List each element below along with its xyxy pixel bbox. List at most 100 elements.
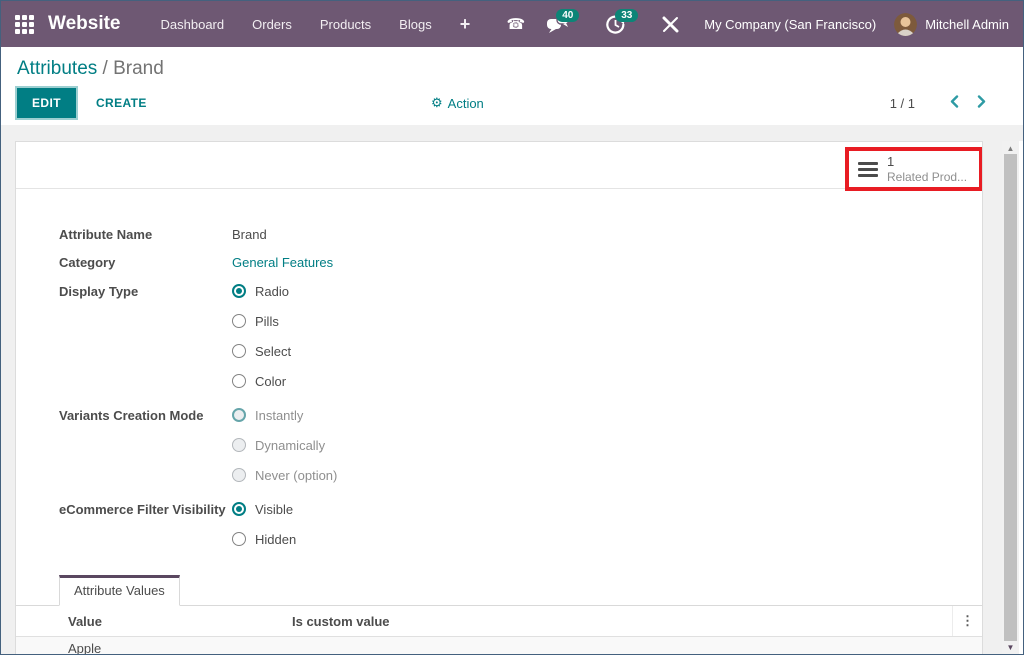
option-label: Instantly [255,408,303,423]
radio-option-dynamically: Dynamically [232,430,337,460]
option-label: Never (option) [255,468,337,483]
ecommerce-filter-visibility-label: eCommerce Filter Visibility [59,494,232,554]
new-content-icon[interactable]: + [446,1,485,47]
stat-button-box: 1 Related Prod... [16,142,982,189]
option-label: Select [255,344,291,359]
value-cell: Apple [16,641,292,655]
radio-disabled-selected-icon [232,408,246,422]
radio-unselected-icon [232,532,246,546]
radio-unselected-icon [232,314,246,328]
apps-grid-icon[interactable] [15,15,34,34]
option-label: Visible [255,502,293,517]
pager-next-button[interactable] [968,95,995,111]
main-menu: Dashboard Orders Products Blogs + [147,1,485,47]
option-label: Pills [255,314,279,329]
avatar-image [894,13,917,36]
breadcrumb: Attributes / Brand [1,47,1023,80]
field-category: Category General Features [59,248,982,276]
attribute-name-label: Attribute Name [59,227,232,242]
field-display-type: Display Type Radio Pills Select [59,276,982,396]
menu-item-products[interactable]: Products [306,1,385,47]
field-attribute-name: Attribute Name Brand [59,220,982,248]
radio-option-instantly: Instantly [232,400,337,430]
radio-selected-icon [232,284,246,298]
phone-icon[interactable]: ☎ [496,1,537,47]
menu-item-blogs[interactable]: Blogs [385,1,446,47]
breadcrumb-attributes-link[interactable]: Attributes [17,58,97,79]
scrollbar-margin [1019,141,1023,654]
variants-creation-mode-label: Variants Creation Mode [59,400,232,490]
stat-label: Related Prod... [887,170,967,184]
control-panel: Attributes / Brand EDIT CREATE ⚙ Action … [1,47,1023,125]
tab-attribute-values[interactable]: Attribute Values [59,575,180,606]
related-products-stat-button[interactable]: 1 Related Prod... [849,151,979,187]
wrench-cross-icon [662,16,679,33]
option-label: Radio [255,284,289,299]
optional-columns-icon[interactable]: ⋮ [952,606,982,636]
notebook-tabs: Attribute Values [16,574,982,606]
chevron-left-icon [950,95,959,108]
menu-item-dashboard[interactable]: Dashboard [147,1,239,47]
user-avatar[interactable] [894,13,917,36]
radio-option-visible[interactable]: Visible [232,494,296,524]
radio-option-never: Never (option) [232,460,337,490]
option-label: Color [255,374,286,389]
breadcrumb-separator: / [103,58,108,79]
display-type-options: Radio Pills Select Color [232,276,291,396]
action-label: Action [448,96,484,111]
top-navbar: Website Dashboard Orders Products Blogs … [1,1,1023,47]
table-header-row: Value Is custom value ⋮ [16,606,982,637]
radio-option-select[interactable]: Select [232,336,291,366]
vertical-scrollbar[interactable]: ▲ ▼ [1002,141,1019,654]
create-button[interactable]: CREATE [96,96,147,110]
breadcrumb-current: Brand [113,58,164,79]
category-value-link[interactable]: General Features [232,255,333,270]
ecommerce-filter-visibility-options: Visible Hidden [232,494,296,554]
company-switcher[interactable]: My Company (San Francisco) [704,17,876,32]
radio-disabled-icon [232,438,246,452]
variants-creation-mode-options: Instantly Dynamically Never (option) [232,400,337,490]
radio-disabled-icon [232,468,246,482]
bars-icon [858,162,878,177]
systray: ☎ 40 33 [496,1,1009,47]
action-menu-button[interactable]: ⚙ Action [431,95,484,111]
app-name[interactable]: Website [48,13,121,35]
option-label: Dynamically [255,438,325,453]
attribute-values-table: Value Is custom value ⋮ Apple [16,606,982,655]
pager: 1 / 1 [890,95,1007,111]
radio-option-hidden[interactable]: Hidden [232,524,296,554]
content-area: 1 Related Prod... Attribute Name Brand C… [1,125,1023,654]
radio-option-pills[interactable]: Pills [232,306,291,336]
category-label: Category [59,255,232,270]
table-row[interactable]: Apple [16,637,982,655]
column-header-is-custom-value[interactable]: Is custom value [292,614,952,629]
app-window: Website Dashboard Orders Products Blogs … [0,0,1024,655]
stat-value: 1 [887,154,967,170]
radio-unselected-icon [232,374,246,388]
stat-text: 1 Related Prod... [887,154,967,184]
radio-option-radio[interactable]: Radio [232,276,291,306]
red-annotation-rectangle: 1 Related Prod... [845,147,983,191]
scrollbar-thumb[interactable] [1004,154,1017,641]
chevron-right-icon [977,95,986,108]
activities-badge: 33 [615,9,638,22]
edit-button[interactable]: EDIT [17,88,76,118]
menu-item-orders[interactable]: Orders [238,1,306,47]
attribute-name-value: Brand [232,227,267,242]
form-sheet: 1 Related Prod... Attribute Name Brand C… [15,141,983,655]
activities-icon[interactable]: 33 [595,1,651,47]
scroll-down-icon[interactable]: ▼ [1002,643,1019,652]
user-menu[interactable]: Mitchell Admin [925,17,1009,32]
pager-previous-button[interactable] [941,95,968,111]
column-header-value[interactable]: Value [16,614,292,629]
radio-option-color[interactable]: Color [232,366,291,396]
tools-icon[interactable] [651,1,690,47]
radio-selected-icon [232,502,246,516]
option-label: Hidden [255,532,296,547]
messages-icon[interactable]: 40 [536,1,595,47]
gear-icon: ⚙ [431,95,443,111]
field-variants-creation-mode: Variants Creation Mode Instantly Dynamic… [59,400,982,490]
display-type-label: Display Type [59,276,232,396]
scroll-up-icon[interactable]: ▲ [1002,144,1019,153]
field-ecommerce-filter-visibility: eCommerce Filter Visibility Visible Hidd… [59,494,982,554]
